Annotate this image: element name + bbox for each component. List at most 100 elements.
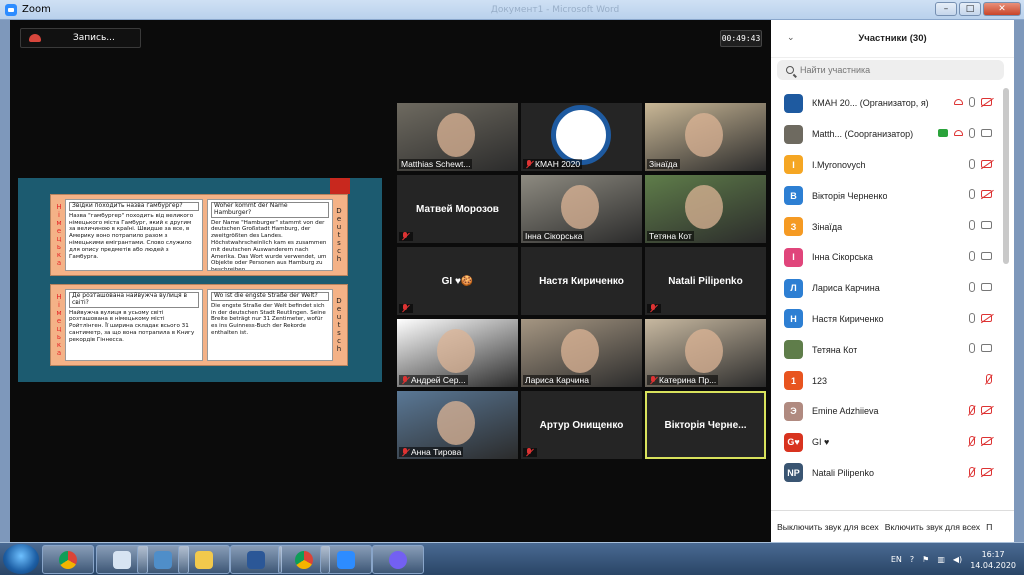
mic-muted-icon[interactable] bbox=[969, 466, 975, 477]
video-tile[interactable]: GI ♥🍪 bbox=[397, 247, 518, 315]
panel-header: ⌄ Участники (30) bbox=[771, 20, 1014, 58]
mic-icon[interactable] bbox=[969, 220, 975, 231]
unmute-all-button[interactable]: Включить звук для всех bbox=[885, 522, 980, 532]
avatar bbox=[784, 124, 803, 144]
video-tile[interactable]: Вікторія Черне... bbox=[645, 391, 766, 459]
camera-icon[interactable] bbox=[981, 344, 992, 353]
video-tile[interactable]: Natali Pilipenko bbox=[645, 247, 766, 315]
taskbar-word[interactable] bbox=[230, 545, 282, 574]
video-tile[interactable]: Інна Сікорська bbox=[521, 175, 642, 243]
participant-status-icons bbox=[969, 250, 992, 261]
participant-row[interactable]: Тетяна Кот bbox=[771, 334, 1014, 365]
video-tile[interactable]: КМАН 2020 bbox=[521, 103, 642, 171]
tile-display-name: GI ♥🍪 bbox=[441, 275, 474, 287]
person-silhouette bbox=[437, 113, 475, 157]
video-tile[interactable]: Зінаїда bbox=[645, 103, 766, 171]
taskbar-viber[interactable] bbox=[372, 545, 424, 574]
clock[interactable]: 16:17 14.04.2020 bbox=[970, 549, 1016, 571]
camera-off-icon[interactable] bbox=[981, 98, 992, 106]
camera-off-icon[interactable] bbox=[981, 467, 992, 476]
flag-icon[interactable]: ⚑ bbox=[922, 555, 929, 564]
search-icon bbox=[786, 66, 794, 74]
slide-card: Німецька Звідки походить назва гамбургер… bbox=[50, 194, 348, 276]
participant-row[interactable]: Matth... (Соорганизатор) bbox=[771, 119, 1014, 150]
participant-status-icons bbox=[969, 343, 992, 354]
mic-icon[interactable] bbox=[969, 250, 975, 261]
camera-off-icon[interactable] bbox=[981, 313, 992, 322]
mute-all-button[interactable]: Выключить звук для всех bbox=[777, 522, 879, 532]
tile-caption-text: Катерина Пр... bbox=[659, 375, 717, 385]
participant-row[interactable]: Л Лариса Карчина bbox=[771, 273, 1014, 304]
video-tile[interactable]: Анна Тирова bbox=[397, 391, 518, 459]
windows-taskbar: EN ? ⚑ ▥ ◀) 16:17 14.04.2020 bbox=[0, 542, 1024, 575]
participant-row[interactable]: КМАН 20... (Организатор, я) bbox=[771, 88, 1014, 119]
participant-name: Вікторія Черненко bbox=[812, 190, 888, 201]
camera-off-icon[interactable] bbox=[981, 436, 992, 445]
tile-caption-text: Андрей Сер... bbox=[411, 375, 466, 385]
participant-row[interactable]: 1 123 bbox=[771, 365, 1014, 396]
minimize-button[interactable]: – bbox=[935, 2, 957, 16]
shared-screen[interactable]: Німецька Звідки походить назва гамбургер… bbox=[18, 178, 382, 382]
mic-muted-icon[interactable] bbox=[969, 404, 975, 415]
camera-off-icon[interactable] bbox=[981, 159, 992, 168]
video-tile[interactable]: Настя Кириченко bbox=[521, 247, 642, 315]
mic-icon[interactable] bbox=[969, 189, 975, 200]
mic-muted-icon[interactable] bbox=[969, 435, 975, 446]
volume-icon[interactable]: ◀) bbox=[953, 555, 962, 564]
chevron-down-icon[interactable]: ⌄ bbox=[787, 33, 795, 43]
tile-caption bbox=[647, 304, 661, 313]
video-tile[interactable]: Артур Онищенко bbox=[521, 391, 642, 459]
taskbar-zoom[interactable] bbox=[320, 545, 372, 574]
start-button[interactable] bbox=[3, 544, 39, 574]
participant-search[interactable] bbox=[777, 60, 1004, 80]
taskbar-explorer[interactable] bbox=[178, 545, 230, 574]
participant-row[interactable]: Н Настя Кириченко bbox=[771, 304, 1014, 335]
language-indicator[interactable]: EN bbox=[891, 555, 902, 564]
participant-row[interactable]: В Вікторія Черненко bbox=[771, 180, 1014, 211]
participant-row[interactable]: G♥ GI ♥ bbox=[771, 427, 1014, 458]
participant-status-icons bbox=[969, 404, 992, 415]
help-icon[interactable]: ? bbox=[910, 555, 914, 564]
participant-row[interactable]: З Зінаїда bbox=[771, 211, 1014, 242]
search-input[interactable] bbox=[800, 65, 990, 75]
camera-icon[interactable] bbox=[981, 282, 992, 291]
mic-muted-icon[interactable] bbox=[986, 374, 992, 385]
participant-row[interactable]: Э Emine Adzhiieva bbox=[771, 396, 1014, 427]
camera-icon[interactable] bbox=[981, 251, 992, 260]
mic-icon[interactable] bbox=[969, 97, 975, 107]
participant-status-icons bbox=[938, 127, 992, 138]
tile-caption: Зінаїда bbox=[647, 159, 680, 169]
mic-muted-icon bbox=[525, 159, 533, 169]
close-button[interactable]: ✕ bbox=[983, 2, 1021, 16]
card-question: Звідки походить назва гамбургер? bbox=[69, 202, 199, 211]
video-tile[interactable]: Матвей Морозов bbox=[397, 175, 518, 243]
tile-display-name: Natali Pilipenko bbox=[668, 275, 743, 287]
taskbar-chrome[interactable] bbox=[42, 545, 94, 574]
mic-icon[interactable] bbox=[969, 343, 975, 354]
camera-off-icon[interactable] bbox=[981, 405, 992, 414]
app-title: Zoom bbox=[22, 4, 51, 15]
participant-row[interactable]: I I.Myronovych bbox=[771, 150, 1014, 181]
camera-icon[interactable] bbox=[981, 128, 992, 137]
video-tile[interactable]: Андрей Сер... bbox=[397, 319, 518, 387]
participant-row[interactable]: І Інна Сікорська bbox=[771, 242, 1014, 273]
mic-icon[interactable] bbox=[969, 127, 975, 138]
recording-indicator[interactable]: Запись... bbox=[20, 28, 141, 48]
maximize-button[interactable]: □ bbox=[959, 2, 981, 16]
tile-caption bbox=[399, 304, 413, 313]
video-tile[interactable]: Катерина Пр... bbox=[645, 319, 766, 387]
mic-icon[interactable] bbox=[969, 158, 975, 169]
more-button[interactable]: П bbox=[986, 522, 992, 532]
camera-off-icon[interactable] bbox=[981, 190, 992, 199]
network-icon[interactable]: ▥ bbox=[937, 555, 945, 564]
video-tile[interactable]: Лариса Карчина bbox=[521, 319, 642, 387]
camera-icon[interactable] bbox=[981, 221, 992, 230]
video-tile[interactable]: Matthias Schewt... bbox=[397, 103, 518, 171]
participant-row[interactable]: NP Natali Pilipenko bbox=[771, 458, 1014, 489]
mic-icon[interactable] bbox=[969, 281, 975, 292]
tile-display-name: Артур Онищенко bbox=[539, 419, 624, 431]
participant-list-scrollbar[interactable] bbox=[1003, 88, 1009, 264]
participant-name: Лариса Карчина bbox=[812, 283, 880, 294]
mic-icon[interactable] bbox=[969, 312, 975, 323]
video-tile[interactable]: Тетяна Кот bbox=[645, 175, 766, 243]
